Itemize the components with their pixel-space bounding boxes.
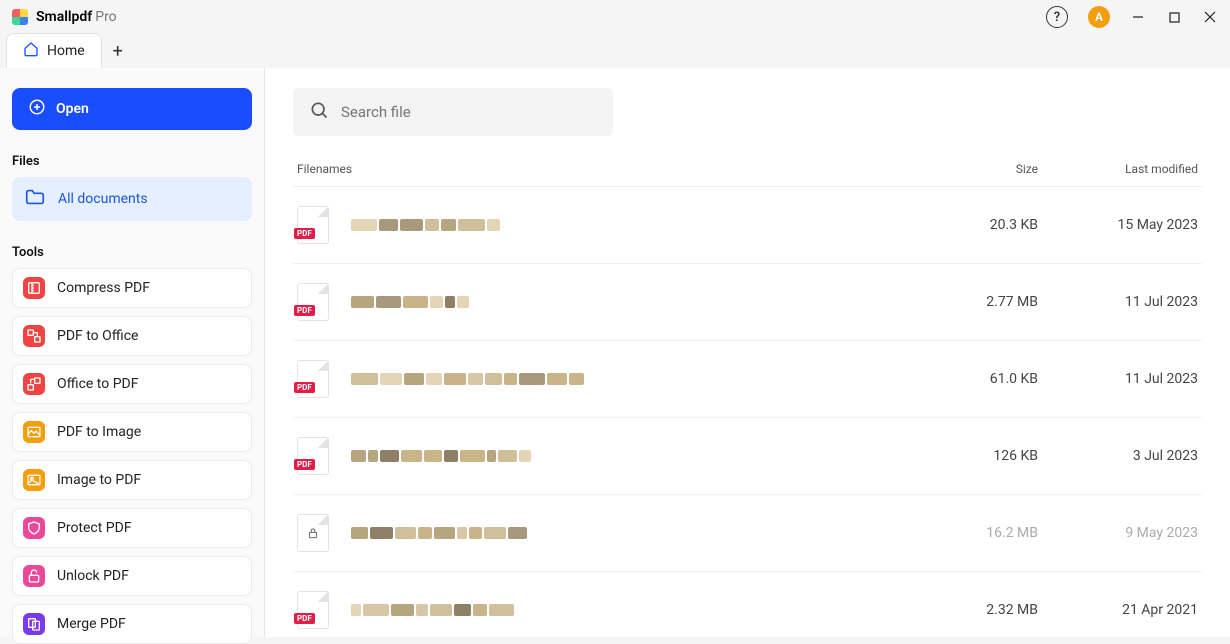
maximize-button[interactable] bbox=[1166, 9, 1182, 25]
tool-compress-pdf[interactable]: Compress PDF bbox=[12, 268, 252, 308]
file-name bbox=[351, 450, 918, 462]
minimize-button[interactable] bbox=[1130, 9, 1146, 25]
file-row[interactable]: PDF 2.77 MB 11 Jul 2023 bbox=[293, 264, 1202, 341]
tool-label: Protect PDF bbox=[57, 520, 132, 536]
search-icon bbox=[309, 100, 329, 124]
file-size: 2.32 MB bbox=[918, 602, 1038, 618]
tool-merge-pdf[interactable]: Merge PDF bbox=[12, 604, 252, 644]
file-name bbox=[351, 604, 918, 616]
title-bar: Smallpdf Pro ? A bbox=[0, 0, 1230, 34]
compress-icon bbox=[23, 277, 45, 299]
file-name bbox=[351, 219, 918, 231]
tool-label: Compress PDF bbox=[57, 280, 150, 296]
file-icon: PDF bbox=[297, 283, 329, 321]
file-date: 11 Jul 2023 bbox=[1038, 294, 1198, 310]
app-logo bbox=[12, 9, 28, 25]
pdf-to-office-icon bbox=[23, 325, 45, 347]
tool-label: Merge PDF bbox=[57, 616, 126, 632]
tool-protect-pdf[interactable]: Protect PDF bbox=[12, 508, 252, 548]
tool-label: PDF to Office bbox=[57, 328, 138, 344]
sidebar-item-label: All documents bbox=[58, 191, 148, 207]
tab-home[interactable]: Home bbox=[6, 33, 102, 68]
tool-image-to-pdf[interactable]: Image to PDF bbox=[12, 460, 252, 500]
sidebar-section-tools: Tools bbox=[12, 245, 252, 260]
file-date: 9 May 2023 bbox=[1038, 525, 1198, 541]
file-size: 126 KB bbox=[918, 448, 1038, 464]
pdf-badge: PDF bbox=[294, 228, 315, 239]
new-tab-button[interactable]: + bbox=[102, 41, 134, 68]
file-row[interactable]: PDF 126 KB 3 Jul 2023 bbox=[293, 418, 1202, 495]
office-to-pdf-icon bbox=[23, 373, 45, 395]
file-icon: PDF bbox=[297, 591, 329, 629]
tool-unlock-pdf[interactable]: Unlock PDF bbox=[12, 556, 252, 596]
tool-office-to-pdf[interactable]: Office to PDF bbox=[12, 364, 252, 404]
sidebar-section-files: Files bbox=[12, 154, 252, 169]
column-last-modified: Last modified bbox=[1038, 162, 1198, 176]
protect-icon bbox=[23, 517, 45, 539]
sidebar-item-all-documents[interactable]: All documents bbox=[12, 177, 252, 221]
file-date: 21 Apr 2021 bbox=[1038, 602, 1198, 618]
file-size: 61.0 KB bbox=[918, 371, 1038, 387]
search-input[interactable] bbox=[341, 103, 597, 121]
plus-circle-icon bbox=[28, 98, 46, 120]
image-to-pdf-icon bbox=[23, 469, 45, 491]
file-name bbox=[351, 296, 918, 308]
file-date: 11 Jul 2023 bbox=[1038, 371, 1198, 387]
tool-label: Office to PDF bbox=[57, 376, 138, 392]
tool-pdf-to-office[interactable]: PDF to Office bbox=[12, 316, 252, 356]
pdf-badge: PDF bbox=[294, 305, 315, 316]
file-date: 15 May 2023 bbox=[1038, 217, 1198, 233]
file-row[interactable]: 16.2 MB 9 May 2023 bbox=[293, 495, 1202, 572]
unlock-icon bbox=[23, 565, 45, 587]
pdf-badge: PDF bbox=[294, 382, 315, 393]
open-button[interactable]: Open bbox=[12, 88, 252, 130]
tool-label: PDF to Image bbox=[57, 424, 141, 440]
column-size: Size bbox=[918, 162, 1038, 176]
tool-label: Unlock PDF bbox=[57, 568, 129, 584]
file-row[interactable]: PDF 2.32 MB 21 Apr 2021 bbox=[293, 572, 1202, 637]
tab-home-label: Home bbox=[47, 43, 85, 59]
home-icon bbox=[23, 41, 39, 61]
close-button[interactable] bbox=[1202, 9, 1218, 25]
file-row[interactable]: PDF 61.0 KB 11 Jul 2023 bbox=[293, 341, 1202, 418]
pdf-badge: PDF bbox=[294, 459, 315, 470]
pdf-to-image-icon bbox=[23, 421, 45, 443]
app-name: Smallpdf bbox=[36, 9, 92, 25]
file-name bbox=[351, 373, 918, 385]
folder-icon bbox=[24, 186, 46, 212]
avatar[interactable]: A bbox=[1088, 6, 1110, 28]
lock-icon bbox=[298, 515, 328, 551]
file-row[interactable]: PDF 20.3 KB 15 May 2023 bbox=[293, 187, 1202, 264]
app-name-suffix: Pro bbox=[95, 9, 116, 25]
tool-label: Image to PDF bbox=[57, 472, 141, 488]
file-date: 3 Jul 2023 bbox=[1038, 448, 1198, 464]
open-button-label: Open bbox=[56, 101, 89, 117]
file-size: 16.2 MB bbox=[918, 525, 1038, 541]
help-icon[interactable]: ? bbox=[1046, 6, 1068, 28]
search-box[interactable] bbox=[293, 88, 613, 136]
file-icon: PDF bbox=[297, 360, 329, 398]
file-size: 2.77 MB bbox=[918, 294, 1038, 310]
file-size: 20.3 KB bbox=[918, 217, 1038, 233]
file-icon: PDF bbox=[297, 437, 329, 475]
column-filenames: Filenames bbox=[297, 162, 918, 176]
content-area: Filenames Size Last modified PDF 20.3 KB… bbox=[265, 68, 1230, 637]
table-header: Filenames Size Last modified bbox=[293, 162, 1202, 187]
tab-strip: Home + bbox=[0, 34, 1230, 68]
file-name bbox=[351, 527, 918, 539]
file-icon bbox=[297, 514, 329, 552]
tool-pdf-to-image[interactable]: PDF to Image bbox=[12, 412, 252, 452]
merge-icon bbox=[23, 613, 45, 635]
file-icon: PDF bbox=[297, 206, 329, 244]
sidebar: Open Files All documents Tools Compress … bbox=[0, 68, 265, 637]
pdf-badge: PDF bbox=[294, 613, 315, 624]
